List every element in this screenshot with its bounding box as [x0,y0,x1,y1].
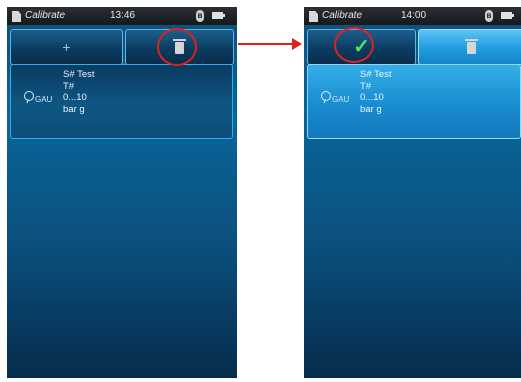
app-title: Calibrate [25,10,66,21]
serial-number: S# Test [360,69,392,80]
gauge-icon [321,91,331,101]
clock: 14:00 [401,10,427,21]
instrument-type: GAU [332,95,350,104]
instrument-type: GAU [35,95,53,104]
tag-number: T# [63,80,75,92]
range: 0...10 [360,92,384,103]
battery-icon [212,12,225,19]
status-bar: Calibrate 14:00 ʙ [304,7,521,25]
delete-button[interactable] [418,29,521,65]
add-button[interactable]: + [10,29,123,65]
transition-arrow [238,43,294,45]
device-screen-before: Calibrate 13:46 ʙ + GAU S# Test T# 0...1… [7,7,237,378]
arrow-head-icon [292,38,302,50]
app-title: Calibrate [322,10,363,21]
trash-icon [464,39,478,54]
bluetooth-icon: ʙ [196,10,204,22]
battery-icon [501,12,514,19]
tag-number: T# [360,80,372,92]
unit: bar g [63,103,85,115]
document-icon [309,11,318,22]
gauge-icon [24,91,34,101]
plus-icon: + [62,39,71,55]
clock: 13:46 [110,10,136,21]
status-bar: Calibrate 13:46 ʙ [7,7,237,25]
range: 0...10 [63,92,87,103]
list-item-selected[interactable]: GAU S# Test T# 0...10 bar g [307,64,521,139]
document-icon [12,11,21,22]
callout-circle-confirm [334,27,374,63]
bluetooth-icon: ʙ [485,10,493,22]
callout-circle-delete [157,28,197,66]
toolbar: + [10,29,234,65]
serial-number: S# Test [63,69,95,80]
list-item[interactable]: GAU S# Test T# 0...10 bar g [10,64,233,139]
unit: bar g [360,103,382,115]
device-screen-after: Calibrate 14:00 ʙ ✓ GAU S# Test T# 0...1… [304,7,521,378]
